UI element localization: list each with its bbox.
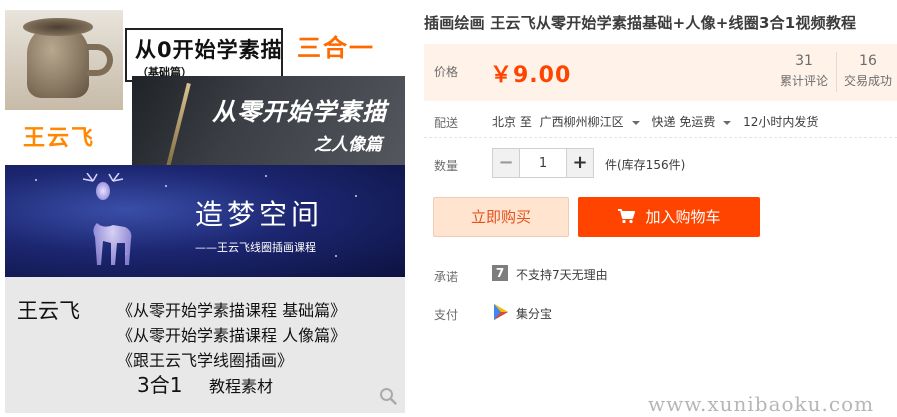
divider: [424, 137, 897, 138]
summary-material: 教程素材: [209, 377, 274, 396]
seven-day-icon: 7: [492, 265, 508, 281]
jifenbao-icon: [494, 304, 508, 320]
shipping-info: 北京 至 广西柳州柳江区 快递 免运费 12小时内发货: [492, 113, 822, 130]
quantity-decrease-button[interactable]: −: [492, 148, 520, 178]
summary-line: 《从零开始学素描课程 基础篇》: [117, 301, 347, 320]
shipping-label: 配送: [434, 116, 459, 130]
sketch-cup-illustration: [5, 10, 123, 110]
review-count-number: 31: [795, 53, 813, 69]
price-panel: 价格 ￥9.00 31 累计评论 16 交易成功: [424, 44, 897, 101]
summary-author: 王云飞: [17, 299, 80, 323]
shipping-method: 快递 免运费: [651, 115, 716, 129]
chevron-down-icon: [723, 120, 732, 125]
shipping-method-select[interactable]: 快递 免运费: [652, 115, 736, 129]
shipping-time: 12小时内发货: [743, 115, 819, 129]
shipping-destination-select[interactable]: 广西柳州柳江区: [540, 115, 644, 129]
summary-line: 《跟王云飞学线圈插画》: [117, 351, 294, 370]
promise-text[interactable]: 不支持7天无理由: [516, 266, 608, 283]
review-count-label: 累计评论: [779, 74, 828, 88]
sales-count-number: 16: [859, 53, 877, 69]
buy-now-button[interactable]: 立即购买: [433, 197, 569, 237]
image-panel-summary: 王云飞 《从零开始学素描课程 基础篇》 《从零开始学素描课程 人像篇》 《跟王云…: [5, 277, 405, 413]
summary-line: 《从零开始学素描课程 人像篇》: [117, 326, 347, 345]
line-course-title: 造梦空间: [195, 198, 324, 231]
payment-label: 支付: [434, 308, 459, 322]
shipping-from: 北京 至: [492, 115, 532, 129]
image-panel-portrait: 从零开始学素描 之人像篇: [132, 76, 405, 172]
add-to-cart-button[interactable]: 加入购物车: [578, 197, 760, 237]
shipping-destination: 广西柳州柳江区: [539, 115, 624, 129]
price-value: ￥9.00: [490, 63, 572, 88]
basic-course-title: 从0开始学素描: [135, 38, 283, 62]
portrait-course-subtitle: 之人像篇: [314, 135, 382, 155]
pencil-illustration: [165, 82, 191, 172]
deer-illustration: [82, 173, 132, 265]
portrait-course-title: 从零开始学素描: [212, 98, 387, 126]
author-name-orange: 王云飞: [23, 126, 96, 151]
chevron-down-icon: [631, 120, 640, 125]
quantity-label: 数量: [434, 159, 459, 173]
payment-method: 集分宝: [516, 307, 553, 321]
quantity-increase-button[interactable]: +: [566, 148, 594, 178]
add-to-cart-label: 加入购物车: [645, 208, 721, 226]
shopping-cart-icon: [618, 209, 636, 224]
sales-count-label: 交易成功: [843, 74, 892, 88]
quantity-input[interactable]: [520, 148, 566, 178]
stat-divider: [836, 52, 837, 92]
image-panel-line-illustration: 造梦空间 ——王云飞线圈插画课程: [5, 165, 405, 277]
price-label: 价格: [434, 65, 459, 79]
site-watermark: www.xunibaoku.com: [648, 392, 875, 416]
zoom-icon[interactable]: [379, 387, 397, 405]
three-in-one-text: 三合一: [297, 34, 375, 62]
product-image[interactable]: 从0开始学素描 （基础篇） 三合一 王云飞 从零开始学素描 之人像篇 造梦空间 …: [5, 10, 405, 413]
promise-label: 承诺: [434, 270, 459, 284]
review-count[interactable]: 31 累计评论: [774, 53, 834, 89]
sales-count[interactable]: 16 交易成功: [838, 53, 897, 89]
summary-combo: 3合1: [137, 373, 183, 397]
line-course-subtitle: ——王云飞线圈插画课程: [195, 241, 316, 254]
product-title: 插画绘画 王云飞从零开始学素描基础+人像+线圈3合1视频教程: [424, 14, 857, 32]
basic-course-title-box: 从0开始学素描 （基础篇）: [125, 28, 283, 82]
stock-info: 件(库存156件): [605, 158, 686, 172]
quantity-stepper: − +: [492, 148, 594, 178]
